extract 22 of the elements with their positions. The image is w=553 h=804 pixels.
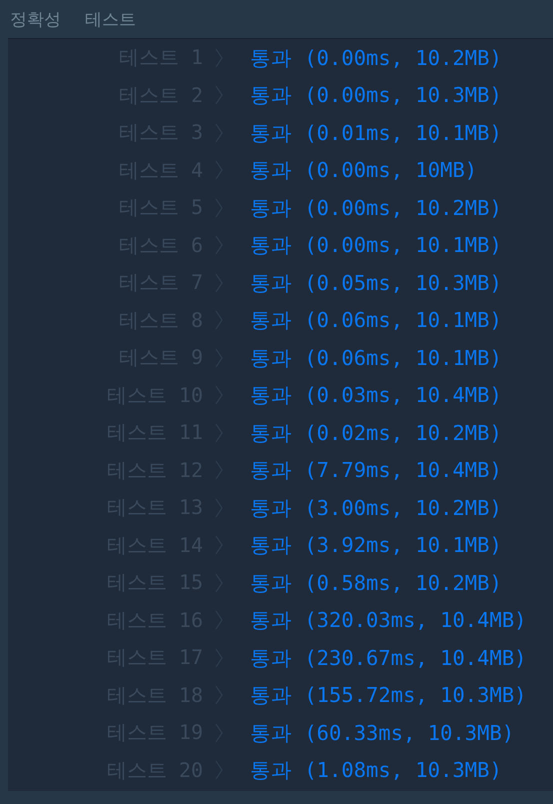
test-result: 통과 (0.05ms, 10.3MB)	[250, 270, 502, 297]
test-result: 통과 (0.00ms, 10.1MB)	[250, 232, 502, 260]
test-result: 통과 (0.02ms, 10.2MB)	[250, 420, 502, 447]
section-title: 테스트	[85, 8, 136, 30]
test-result: 통과 (155.72ms, 10.3MB)	[250, 682, 526, 710]
test-result: 통과 (3.00ms, 10.2MB)	[250, 494, 502, 522]
test-result: 통과 (7.79ms, 10.4MB)	[250, 457, 502, 484]
test-result: 통과 (0.00ms, 10.2MB)	[250, 44, 502, 72]
section-title: 정확성	[10, 8, 61, 30]
test-result: 통과 (0.06ms, 10.1MB)	[250, 344, 502, 372]
test-result: 통과 (0.00ms, 10.3MB)	[250, 82, 502, 110]
test-result: 통과 (60.33ms, 10.3MB)	[250, 720, 514, 747]
test-result: 통과 (230.67ms, 10.4MB)	[250, 644, 526, 672]
test-result: 통과 (1.08ms, 10.3MB)	[250, 757, 502, 784]
test-result: 통과 (0.03ms, 10.4MB)	[250, 382, 502, 410]
test-result: 통과 (0.00ms, 10MB)	[250, 157, 478, 184]
test-result: 통과 (0.01ms, 10.1MB)	[250, 120, 502, 147]
test-result: 통과 (3.92ms, 10.1MB)	[250, 532, 502, 560]
test-result: 통과 (320.03ms, 10.4MB)	[250, 607, 526, 634]
test-result: 통과 (0.58ms, 10.2MB)	[250, 570, 502, 597]
test-result: 통과 (0.00ms, 10.2MB)	[250, 194, 502, 222]
test-result: 통과 (0.06ms, 10.1MB)	[250, 307, 502, 334]
